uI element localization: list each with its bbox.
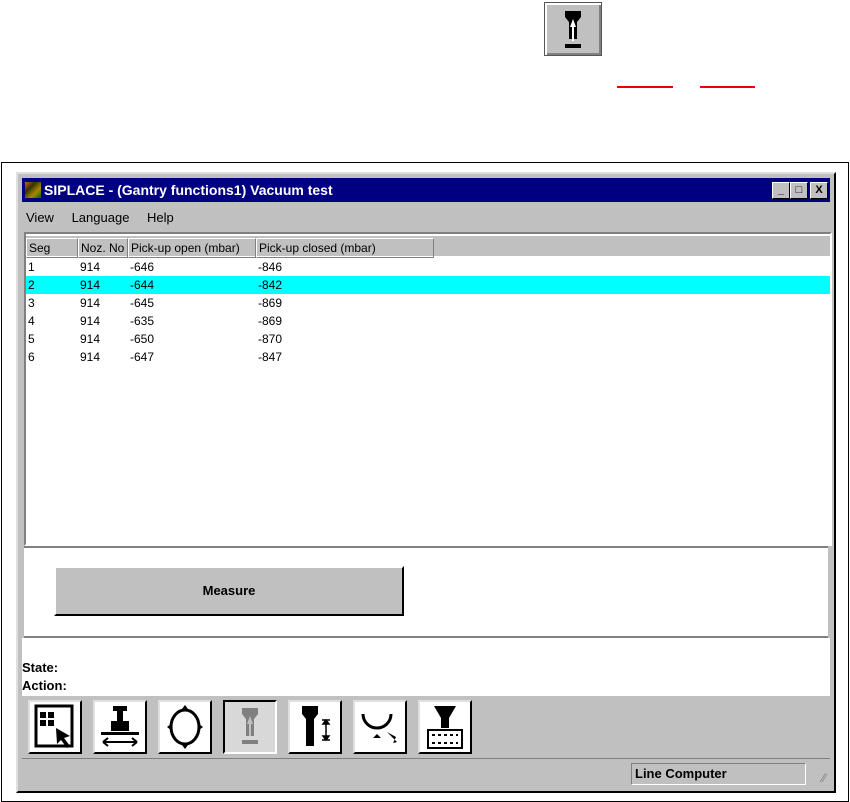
table-cell: 914 [80,332,101,346]
results-table[interactable]: Seg Noz. No Pick-up open (mbar) Pick-up … [24,232,832,546]
table-row[interactable]: 4 914 -635 -869 [26,312,830,330]
column-header-open[interactable]: Pick-up open (mbar) [128,238,256,258]
annotation-line [617,86,673,88]
menu-bar: View Language Help [26,208,188,228]
resize-grip-icon[interactable]: ⁄⁄ [822,771,826,785]
pickup-rotation-button[interactable] [353,700,407,754]
table-row[interactable]: 1 914 -646 -846 [26,258,830,276]
table-row[interactable]: 3 914 -645 -869 [26,294,830,312]
column-header-seg[interactable]: Seg [26,238,78,258]
table-cell: -846 [258,260,283,274]
nozzle-height-button[interactable] [288,700,342,754]
table-cell: -847 [258,350,283,364]
title-bar[interactable]: SIPLACE - (Gantry functions1) Vacuum tes… [22,178,830,202]
menu-view[interactable]: View [26,210,54,225]
maximize-button[interactable]: □ [790,182,808,199]
revolver-head-icon [167,705,203,749]
measure-button[interactable]: Measure [54,566,404,616]
vacuum-test-icon-reference [544,2,602,56]
line-computer-status: Line Computer [631,763,806,785]
table-cell: 914 [80,350,101,364]
annotation-line [700,86,755,88]
table-cell: -842 [258,278,283,292]
table-cell: 4 [28,314,35,328]
menu-language[interactable]: Language [72,210,130,225]
table-cell: -869 [258,314,283,328]
table-cell: 3 [28,296,35,310]
column-header-nozzle[interactable]: Noz. No [78,238,128,258]
table-cell: 6 [28,350,35,364]
table-row[interactable]: 5 914 -650 -870 [26,330,830,348]
table-row[interactable]: 6 914 -647 -847 [26,348,830,366]
table-cell: 5 [28,332,35,346]
column-header-closed[interactable]: Pick-up closed (mbar) [256,238,434,258]
table-cell: -646 [130,260,155,274]
nozzle-changer-button[interactable] [418,700,472,754]
state-label: State: [22,660,59,675]
table-cell: 914 [80,260,101,274]
vacuum-test-icon [242,708,258,744]
table-cell: -644 [130,278,155,292]
action-label: Action: [22,678,67,693]
gantry-move-icon [101,706,139,747]
table-cell: -635 [130,314,155,328]
status-bar: Line Computer ⁄⁄ [22,758,830,789]
table-cell: -650 [130,332,155,346]
component-select-icon [34,704,74,748]
nozzle-changer-icon [427,706,463,749]
menu-help[interactable]: Help [147,210,174,225]
table-cell: 914 [80,296,101,310]
component-select-button[interactable] [28,700,82,754]
nozzle-height-icon [302,706,331,746]
window-title: SIPLACE - (Gantry functions1) Vacuum tes… [44,182,333,198]
table-cell: -647 [130,350,155,364]
app-window: SIPLACE - (Gantry functions1) Vacuum tes… [16,172,836,793]
table-cell: 2 [28,278,35,292]
table-cell: 914 [80,278,101,292]
minimize-button[interactable]: _ [772,182,790,199]
table-cell: -869 [258,296,283,310]
pickup-rotation-icon [361,713,397,748]
gantry-move-button[interactable] [93,700,147,754]
table-cell: 1 [28,260,35,274]
measure-panel: Measure [24,546,828,638]
table-cell: -870 [258,332,283,346]
table-row[interactable]: 2 914 -644 -842 [26,276,830,294]
app-icon [25,182,41,198]
table-cell: -645 [130,296,155,310]
close-button[interactable]: X [810,182,828,199]
table-cell: 914 [80,314,101,328]
table-header: Seg Noz. No Pick-up open (mbar) Pick-up … [26,236,830,258]
revolver-head-button[interactable] [158,700,212,754]
status-panel: State: Action: [22,638,830,696]
vacuum-test-button[interactable] [223,700,277,754]
